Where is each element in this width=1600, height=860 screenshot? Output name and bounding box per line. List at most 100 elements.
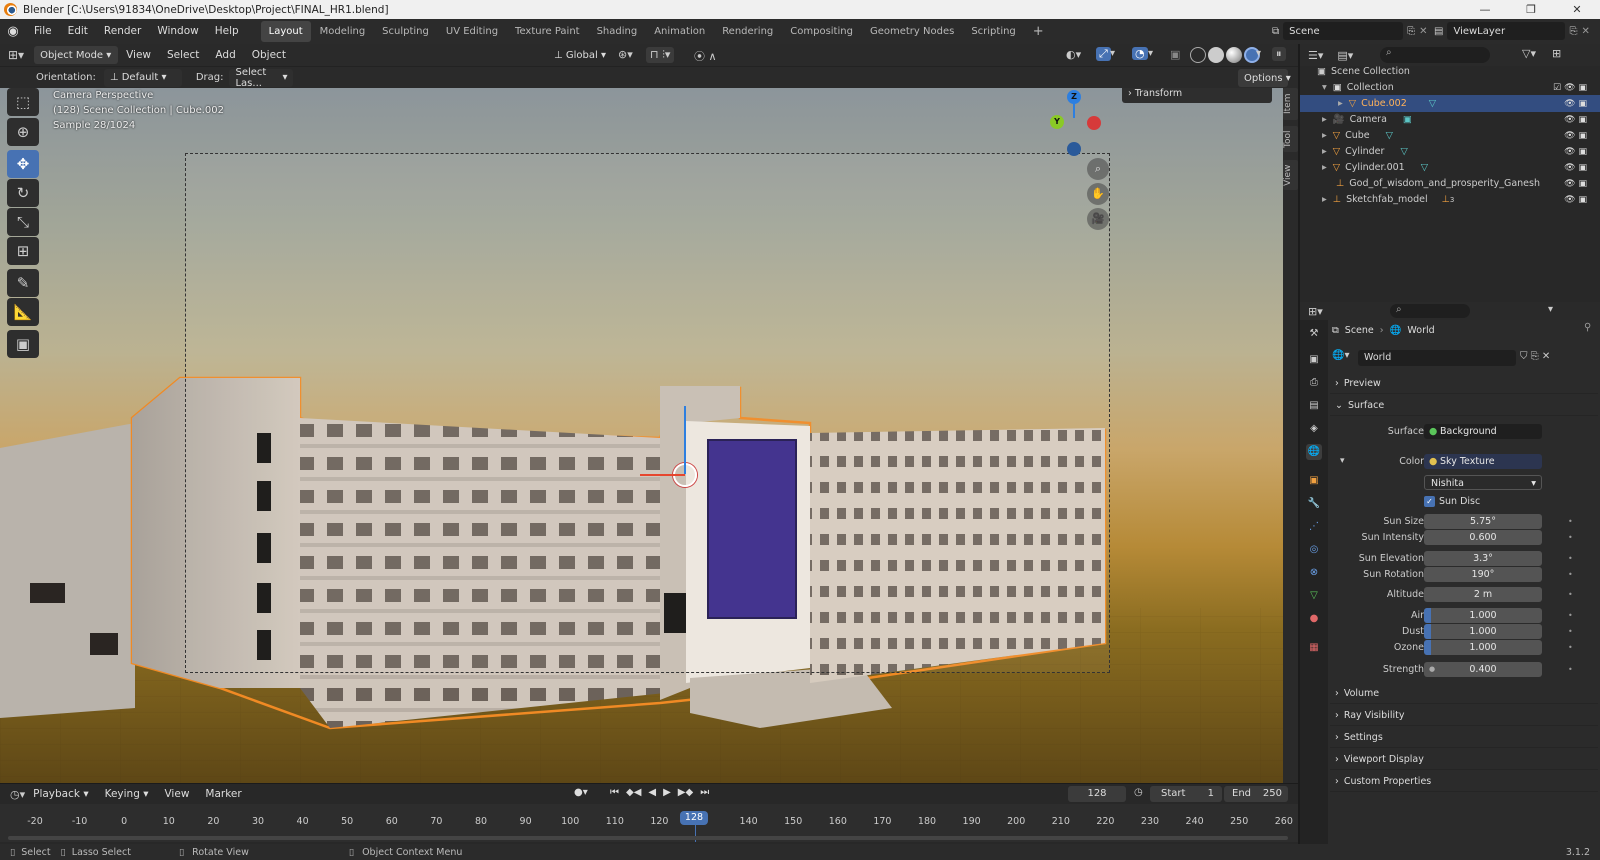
outliner-row-cylinder[interactable]: ▸ ▽ Cylinder ▽ 👁▣ — [1300, 143, 1600, 160]
keyframe-dot-icon[interactable]: • — [1568, 611, 1573, 620]
maximize-button[interactable]: ❐ — [1508, 0, 1554, 19]
pivot-point-icon[interactable]: ⊛▾ — [618, 48, 633, 61]
scene-tab-icon[interactable]: ◈ — [1306, 421, 1322, 437]
next-keyframe-icon[interactable]: ▶◆ — [678, 787, 693, 798]
tab-view[interactable]: View — [1283, 160, 1298, 190]
visibility-toggle-icons[interactable]: 👁▣ — [1564, 179, 1590, 189]
new-collection-icon[interactable]: ⊞ — [1552, 47, 1561, 60]
viewport-menu-view[interactable]: View — [118, 44, 159, 66]
drag-dropdown[interactable]: Select Las... ▾ — [229, 67, 294, 89]
play-icon[interactable]: ▶ — [663, 787, 671, 798]
object-tab-icon[interactable]: ▣ — [1306, 473, 1322, 489]
surface-shader-field[interactable]: ● Background — [1424, 424, 1542, 439]
minimize-button[interactable]: — — [1462, 0, 1508, 19]
visibility-icon[interactable]: ◐▾ — [1066, 48, 1081, 61]
current-frame-field[interactable]: 128 — [1068, 786, 1126, 802]
color-collapse-arrow-icon[interactable]: ▾ — [1340, 456, 1345, 466]
outliner-row-ganesh[interactable]: ⊥ God_of_wisdom_and_prosperity_Ganesh 👁▣ — [1300, 175, 1600, 192]
color-input-field[interactable]: ● Sky Texture — [1424, 454, 1542, 469]
wireframe-shading-icon[interactable] — [1190, 47, 1206, 63]
visibility-toggle-icons[interactable]: 👁▣ — [1564, 99, 1590, 109]
panel-viewport-display[interactable]: › Viewport Display — [1330, 750, 1598, 770]
panel-settings[interactable]: › Settings — [1330, 728, 1598, 748]
gizmo-dropdown-icon[interactable]: ▾ — [1110, 48, 1115, 59]
sky-field-value-box[interactable]: 190° — [1424, 567, 1542, 582]
properties-search-icon[interactable]: ⌕ — [1390, 304, 1470, 318]
prev-keyframe-icon[interactable]: ◆◀ — [626, 787, 641, 798]
timeline-menu-keying[interactable]: Keying ▾ — [97, 784, 157, 804]
add-cube-tool-icon[interactable]: ▣ — [7, 330, 39, 358]
play-reverse-icon[interactable]: ◀ — [648, 787, 656, 798]
render-tab-icon[interactable]: ▣ — [1306, 352, 1322, 368]
panel-custom-properties[interactable]: › Custom Properties — [1330, 772, 1598, 792]
camera-view-icon[interactable]: 🎥 — [1087, 208, 1109, 230]
sky-field-value-box[interactable]: 2 m — [1424, 587, 1542, 602]
timeline-menu-playback[interactable]: Playback ▾ — [25, 784, 96, 804]
checkbox-checked-icon[interactable]: ✓ — [1424, 496, 1435, 507]
menu-window[interactable]: Window — [149, 19, 206, 44]
tab-tool[interactable]: Tool — [1283, 126, 1298, 152]
transform-tool-icon[interactable]: ⊞ — [7, 237, 39, 265]
gizmo-toggle-icon[interactable]: ⤢ — [1096, 47, 1111, 61]
start-frame-field[interactable]: Start 1 — [1150, 786, 1222, 802]
menu-render[interactable]: Render — [96, 19, 149, 44]
gizmo-x-axis[interactable] — [1087, 116, 1101, 130]
output-tab-icon[interactable]: ⎙ — [1306, 375, 1322, 391]
delete-viewlayer-icon[interactable]: ✕ — [1581, 26, 1589, 37]
world-tab-icon[interactable]: 🌐 — [1306, 444, 1322, 460]
panel-surface[interactable]: ⌄ Surface — [1330, 396, 1598, 416]
tab-animation[interactable]: Animation — [646, 21, 713, 42]
frame-ruler[interactable]: -20 -10 0 10 20 30 40 50 60 70 80 90 100 110 120 140 150… — [0, 804, 1298, 842]
texture-tab-icon[interactable]: ▦ — [1306, 640, 1322, 656]
properties-editor-icon[interactable]: ⊞▾ — [1308, 305, 1323, 318]
new-viewlayer-icon[interactable]: ⎘ — [1569, 26, 1577, 37]
expand-arrow-icon[interactable]: ▸ — [1322, 194, 1327, 205]
expand-arrow-icon[interactable]: ▸ — [1322, 146, 1327, 157]
pause-render-icon[interactable]: ⏸ — [1272, 47, 1286, 61]
outliner-search-icon[interactable]: ⌕ — [1380, 47, 1490, 63]
sky-field-value-box[interactable]: 1.000 — [1424, 608, 1542, 623]
shading-options-icon[interactable]: ▾ — [1256, 48, 1261, 59]
visibility-toggle-icons[interactable]: 👁▣ — [1564, 163, 1590, 173]
keyframe-dot-icon[interactable]: • — [1568, 643, 1573, 652]
gizmo-neg-z-axis[interactable] — [1067, 142, 1081, 156]
orientation-dropdown[interactable]: ⊥ Default ▾ — [103, 68, 182, 87]
keyframe-dot-icon[interactable]: • — [1568, 570, 1573, 579]
add-workspace-button[interactable]: + — [1025, 21, 1052, 42]
visibility-toggle-icons[interactable]: 👁▣ — [1564, 147, 1590, 157]
panel-volume[interactable]: › Volume — [1330, 684, 1598, 704]
pin-icon[interactable]: ⚲ — [1584, 322, 1591, 333]
expand-arrow-icon[interactable]: ▸ — [1322, 130, 1327, 141]
view-layer-tab-icon[interactable]: ▤ — [1306, 398, 1322, 414]
expand-arrow-icon[interactable]: ▸ — [1322, 162, 1327, 173]
sun-disc-toggle[interactable]: ✓ Sun Disc — [1424, 496, 1480, 507]
sky-field-value-box[interactable]: 3.3° — [1424, 551, 1542, 566]
scene-name-field[interactable]: Scene — [1283, 22, 1404, 40]
modifier-tab-icon[interactable]: 🔧 — [1306, 496, 1322, 512]
outliner-row-sketchfab[interactable]: ▸ ⊥ Sketchfab_model ⊥ 3 👁▣ — [1300, 191, 1600, 208]
snap-icon[interactable]: ⊓ ⫶▾ — [646, 47, 675, 63]
new-scene-icon[interactable]: ⎘ — [1407, 26, 1415, 37]
overlay-toggle-icon[interactable]: ◔ — [1132, 47, 1148, 60]
world-name-field[interactable]: World — [1358, 350, 1516, 366]
world-browse-icon[interactable]: 🌐▾ — [1332, 350, 1349, 361]
constraints-tab-icon[interactable]: ⊗ — [1306, 565, 1322, 581]
outliner-row-cube-002[interactable]: ▸ ▽ Cube.002 ▽ 👁▣ — [1300, 95, 1600, 112]
keyframe-dot-icon[interactable]: • — [1568, 627, 1573, 636]
timeline-scrollbar[interactable] — [8, 836, 1288, 840]
tab-item[interactable]: Item — [1283, 88, 1298, 120]
tab-shading[interactable]: Shading — [589, 21, 646, 42]
keyframe-dot-icon[interactable]: • — [1568, 590, 1573, 599]
collapse-arrow-icon[interactable]: ▾ — [1322, 82, 1327, 93]
tab-compositing[interactable]: Compositing — [782, 21, 861, 42]
tab-texture-paint[interactable]: Texture Paint — [507, 21, 588, 42]
material-shading-icon[interactable] — [1226, 47, 1242, 63]
visibility-toggle-icons[interactable]: 👁▣ — [1564, 131, 1590, 141]
timeline-menu-marker[interactable]: Marker — [197, 784, 249, 804]
world-fake-user-icon[interactable]: ⛉ ⎘ ✕ — [1520, 351, 1580, 362]
overlay-dropdown-icon[interactable]: ▾ — [1148, 48, 1153, 59]
timeline-editor-icon[interactable]: ◷▾ — [10, 788, 25, 801]
menu-file[interactable]: File — [26, 19, 60, 44]
preview-range-icon[interactable]: ◷ — [1134, 787, 1143, 798]
strength-field[interactable]: ● 0.400 — [1424, 662, 1542, 677]
